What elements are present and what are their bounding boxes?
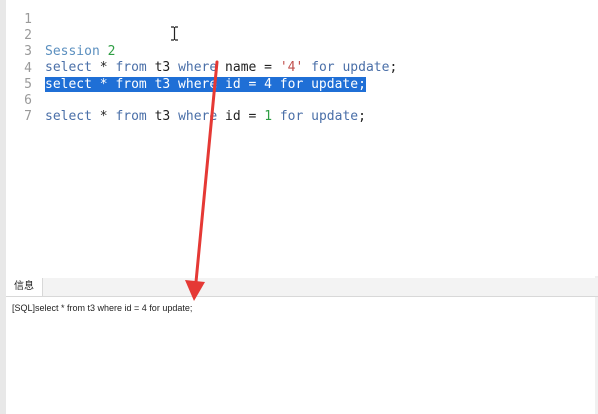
tab-info[interactable]: 信息 [6,278,43,296]
code-token: where [178,60,218,75]
code-token: from [115,60,147,75]
code-token: select [45,109,92,124]
line-code[interactable]: Session 2 [45,44,115,60]
code-token: '4' [279,60,304,75]
editor-line-selected[interactable]: 4 select * from t3 where id = 4 for upda… [6,45,366,92]
editor-line[interactable]: 1 [6,0,37,27]
editor-line[interactable]: 3 select * from t3 where name = '4' for … [6,28,397,75]
code-token: ; [358,109,366,124]
line-code-selected[interactable]: select * from t3 where id = 4 for update… [45,77,366,93]
editor-line[interactable]: 6 select * from t3 where id = 1 for upda… [6,77,366,124]
code-token: from [115,109,147,124]
code-token: for update [311,60,390,75]
sql-editor[interactable]: 1 2 Session 2 3 select * from t3 where n… [6,0,598,276]
result-tabs: 信息 [6,278,598,297]
text-cursor-icon [171,26,178,41]
code-token: id = [217,109,265,124]
code-token: * [91,60,116,75]
code-token: t3 [146,60,179,75]
code-token: 1 [264,109,273,124]
line-code[interactable]: select * from t3 where id = 1 for update… [45,109,366,125]
line-number: 7 [24,109,32,124]
code-token: t3 [146,109,179,124]
code-token: * [91,109,116,124]
sql-message: [SQL]select * from t3 where id = 4 for u… [12,303,193,313]
editor-line[interactable]: 5 [6,61,37,92]
code-token: where [178,109,218,124]
code-token: for update [279,109,359,124]
code-token: Session [45,44,108,59]
code-token: select * from t3 where id = 4 for update… [45,77,366,92]
code-token: 2 [107,44,116,59]
code-token: select [45,60,92,75]
editor-line[interactable]: 7 [6,93,37,124]
editor-line[interactable]: 2 Session 2 [6,12,115,59]
code-token: name = [217,60,280,75]
line-code[interactable]: select * from t3 where name = '4' for up… [45,60,397,76]
code-token: ; [389,60,398,75]
